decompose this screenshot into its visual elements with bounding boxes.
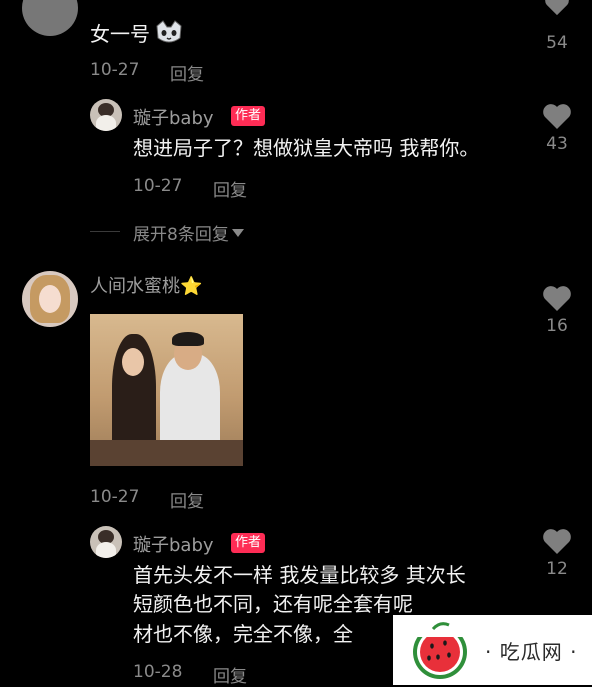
comment-date: 10-27 [90, 487, 140, 507]
comment-text: 想进局子了？想做狱皇大帝吗 我帮你。 [133, 136, 480, 160]
caret-down-icon [231, 228, 244, 237]
reply-button[interactable]: 回复 [213, 662, 247, 687]
commenter-avatar[interactable] [22, 271, 78, 327]
watermark-text: · 吃瓜网 · [485, 639, 578, 664]
comment-text-line-3: 材也不像，完全不像，全 [133, 622, 353, 646]
author-avatar[interactable] [90, 526, 122, 558]
divider [90, 231, 120, 232]
like-button[interactable] [537, 102, 577, 132]
like-button[interactable] [537, 527, 577, 557]
like-count: 12 [546, 559, 568, 579]
photo-hair-right [172, 332, 204, 346]
commenter-name[interactable]: 人间水蜜桃⭐ [90, 272, 202, 298]
reply-button[interactable]: 回复 [170, 487, 204, 512]
heart-icon [543, 286, 571, 311]
watermelon-logo-icon [405, 619, 475, 679]
like-count: 54 [546, 33, 568, 53]
comment-date: 10-27 [90, 60, 140, 80]
commenter-avatar[interactable] [22, 0, 78, 36]
like-count: 43 [546, 134, 568, 154]
comment-date: 10-27 [133, 176, 183, 196]
photo-face-left [122, 348, 144, 376]
comment-text-line-1: 首先头发不一样 我发量比较多 其次长 [133, 563, 466, 587]
comment-image[interactable] [90, 314, 243, 466]
author-avatar[interactable] [90, 99, 122, 131]
comment-text: 女一号 [90, 18, 184, 47]
expand-replies-button[interactable]: 展开8条回复 [133, 220, 244, 245]
author-name[interactable]: 璇子baby [133, 104, 214, 130]
heart-icon [543, 529, 571, 554]
like-button[interactable] [537, 284, 577, 314]
author-badge: 作者 [231, 533, 266, 553]
comment-text-line-2: 短颜色也不同，还有呢全套有呢 [133, 592, 413, 616]
heart-icon [545, 0, 569, 16]
author-badge: 作者 [231, 106, 266, 126]
like-button[interactable] [537, 0, 577, 24]
heart-icon [543, 104, 571, 129]
watermark-banner: · 吃瓜网 · [393, 615, 592, 685]
reply-button[interactable]: 回复 [170, 60, 204, 85]
cat-emoji-icon [154, 19, 184, 46]
like-count: 16 [546, 316, 568, 336]
reply-button[interactable]: 回复 [213, 176, 247, 201]
photo-table [90, 440, 243, 466]
comment-date: 10-28 [133, 662, 183, 682]
author-name[interactable]: 璇子baby [133, 531, 214, 557]
